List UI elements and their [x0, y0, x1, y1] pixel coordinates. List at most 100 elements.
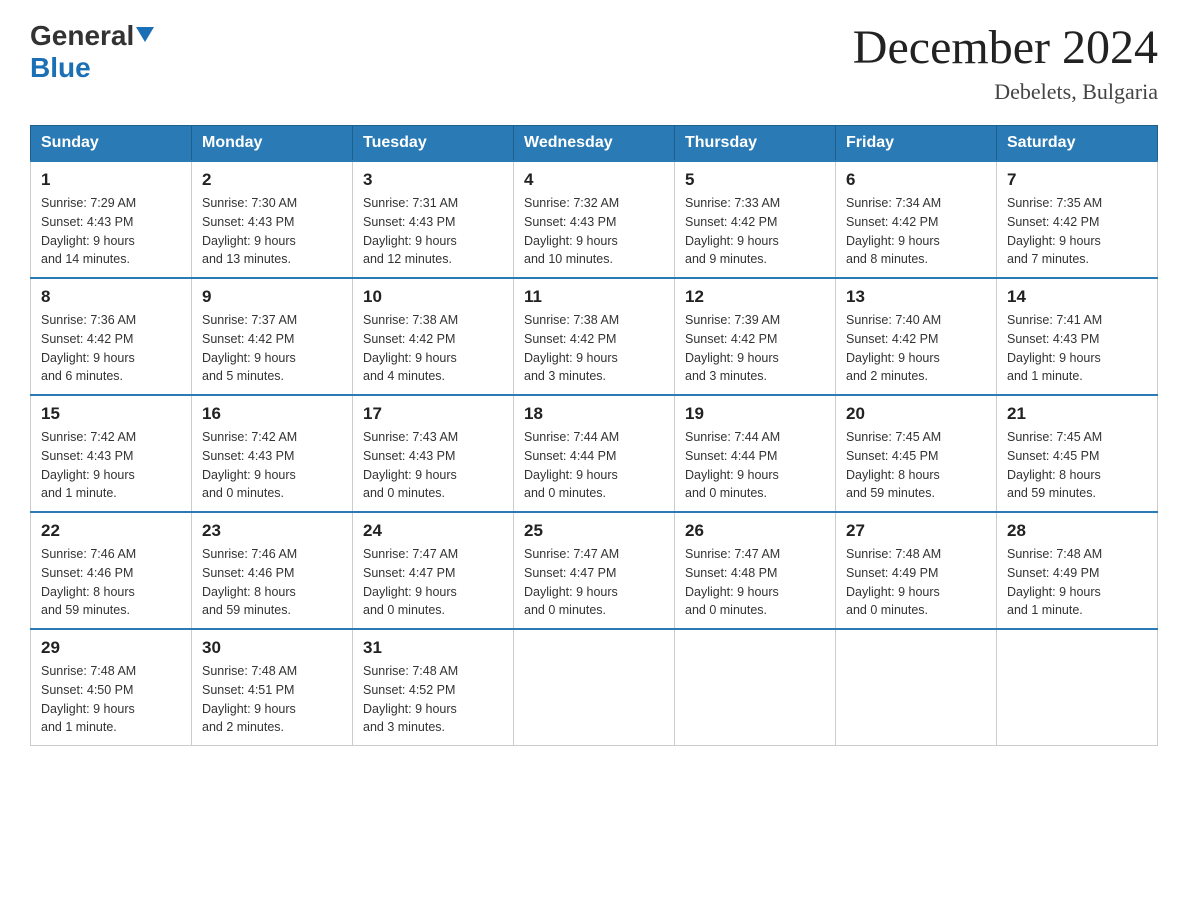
- calendar-title: December 2024: [853, 20, 1158, 75]
- day-number: 13: [846, 287, 986, 307]
- day-number: 27: [846, 521, 986, 541]
- day-number: 8: [41, 287, 181, 307]
- day-info: Sunrise: 7:44 AMSunset: 4:44 PMDaylight:…: [685, 428, 825, 503]
- calendar-cell: 15Sunrise: 7:42 AMSunset: 4:43 PMDayligh…: [31, 395, 192, 512]
- day-number: 6: [846, 170, 986, 190]
- day-info: Sunrise: 7:48 AMSunset: 4:49 PMDaylight:…: [1007, 545, 1147, 620]
- day-info: Sunrise: 7:39 AMSunset: 4:42 PMDaylight:…: [685, 311, 825, 386]
- header-sunday: Sunday: [31, 126, 192, 162]
- calendar-cell: 24 Sunrise: 7:47 AMSunset: 4:47 PMDayligh…: [353, 512, 514, 629]
- day-number: 20: [846, 404, 986, 424]
- day-number: 21: [1007, 404, 1147, 424]
- calendar-cell: [675, 629, 836, 746]
- calendar-cell: 21 Sunrise: 7:45 AMSunset: 4:45 PMDayligh…: [997, 395, 1158, 512]
- calendar-cell: 17Sunrise: 7:43 AMSunset: 4:43 PMDayligh…: [353, 395, 514, 512]
- calendar-cell: 20 Sunrise: 7:45 AMSunset: 4:45 PMDayligh…: [836, 395, 997, 512]
- calendar-cell: 11 Sunrise: 7:38 AMSunset: 4:42 PMDayligh…: [514, 278, 675, 395]
- calendar-cell: 18Sunrise: 7:44 AMSunset: 4:44 PMDayligh…: [514, 395, 675, 512]
- day-info: Sunrise: 7:33 AMSunset: 4:42 PMDaylight:…: [685, 194, 825, 269]
- calendar-cell: 10 Sunrise: 7:38 AMSunset: 4:42 PMDayligh…: [353, 278, 514, 395]
- calendar-cell: [514, 629, 675, 746]
- logo-triangle-icon: [136, 27, 154, 42]
- day-info: Sunrise: 7:32 AMSunset: 4:43 PMDaylight:…: [524, 194, 664, 269]
- week-row-1: 1 Sunrise: 7:29 AMSunset: 4:43 PMDaylight…: [31, 161, 1158, 278]
- day-info: Sunrise: 7:36 AMSunset: 4:42 PMDaylight:…: [41, 311, 181, 386]
- calendar-cell: 4 Sunrise: 7:32 AMSunset: 4:43 PMDaylight…: [514, 161, 675, 278]
- calendar-cell: 8 Sunrise: 7:36 AMSunset: 4:42 PMDaylight…: [31, 278, 192, 395]
- calendar-subtitle: Debelets, Bulgaria: [853, 79, 1158, 105]
- day-number: 22: [41, 521, 181, 541]
- calendar-cell: 22 Sunrise: 7:46 AMSunset: 4:46 PMDayligh…: [31, 512, 192, 629]
- logo: General Blue: [30, 20, 154, 84]
- calendar-cell: 5Sunrise: 7:33 AMSunset: 4:42 PMDaylight…: [675, 161, 836, 278]
- calendar-cell: 27 Sunrise: 7:48 AMSunset: 4:49 PMDayligh…: [836, 512, 997, 629]
- day-info: Sunrise: 7:37 AMSunset: 4:42 PMDaylight:…: [202, 311, 342, 386]
- day-number: 14: [1007, 287, 1147, 307]
- day-number: 19: [685, 404, 825, 424]
- day-info: Sunrise: 7:47 AMSunset: 4:48 PMDaylight:…: [685, 545, 825, 620]
- day-info: Sunrise: 7:35 AMSunset: 4:42 PMDaylight:…: [1007, 194, 1147, 269]
- day-number: 7: [1007, 170, 1147, 190]
- day-number: 11: [524, 287, 664, 307]
- day-number: 9: [202, 287, 342, 307]
- day-info: Sunrise: 7:38 AMSunset: 4:42 PMDaylight:…: [363, 311, 503, 386]
- header-thursday: Thursday: [675, 126, 836, 162]
- day-info: Sunrise: 7:48 AMSunset: 4:51 PMDaylight:…: [202, 662, 342, 737]
- calendar-cell: 3 Sunrise: 7:31 AMSunset: 4:43 PMDaylight…: [353, 161, 514, 278]
- day-info: Sunrise: 7:34 AMSunset: 4:42 PMDaylight:…: [846, 194, 986, 269]
- day-number: 28: [1007, 521, 1147, 541]
- day-number: 31: [363, 638, 503, 658]
- day-info: Sunrise: 7:41 AMSunset: 4:43 PMDaylight:…: [1007, 311, 1147, 386]
- day-info: Sunrise: 7:31 AMSunset: 4:43 PMDaylight:…: [363, 194, 503, 269]
- calendar-cell: 14 Sunrise: 7:41 AMSunset: 4:43 PMDayligh…: [997, 278, 1158, 395]
- day-number: 1: [41, 170, 181, 190]
- week-row-4: 22 Sunrise: 7:46 AMSunset: 4:46 PMDayligh…: [31, 512, 1158, 629]
- page-header: General Blue December 2024 Debelets, Bul…: [30, 20, 1158, 105]
- calendar-cell: 12Sunrise: 7:39 AMSunset: 4:42 PMDayligh…: [675, 278, 836, 395]
- day-number: 4: [524, 170, 664, 190]
- day-info: Sunrise: 7:45 AMSunset: 4:45 PMDaylight:…: [1007, 428, 1147, 503]
- calendar-cell: 9 Sunrise: 7:37 AMSunset: 4:42 PMDaylight…: [192, 278, 353, 395]
- day-info: Sunrise: 7:30 AMSunset: 4:43 PMDaylight:…: [202, 194, 342, 269]
- day-number: 10: [363, 287, 503, 307]
- day-number: 24: [363, 521, 503, 541]
- calendar-cell: 25Sunrise: 7:47 AMSunset: 4:47 PMDayligh…: [514, 512, 675, 629]
- day-info: Sunrise: 7:40 AMSunset: 4:42 PMDaylight:…: [846, 311, 986, 386]
- day-number: 2: [202, 170, 342, 190]
- calendar-cell: 28 Sunrise: 7:48 AMSunset: 4:49 PMDayligh…: [997, 512, 1158, 629]
- day-info: Sunrise: 7:42 AMSunset: 4:43 PMDaylight:…: [41, 428, 181, 503]
- calendar-cell: 13 Sunrise: 7:40 AMSunset: 4:42 PMDayligh…: [836, 278, 997, 395]
- calendar-table: SundayMondayTuesdayWednesdayThursdayFrid…: [30, 125, 1158, 746]
- day-info: Sunrise: 7:43 AMSunset: 4:43 PMDaylight:…: [363, 428, 503, 503]
- calendar-cell: 30 Sunrise: 7:48 AMSunset: 4:51 PMDayligh…: [192, 629, 353, 746]
- day-info: Sunrise: 7:38 AMSunset: 4:42 PMDaylight:…: [524, 311, 664, 386]
- calendar-cell: [997, 629, 1158, 746]
- day-number: 30: [202, 638, 342, 658]
- calendar-cell: [836, 629, 997, 746]
- day-info: Sunrise: 7:47 AMSunset: 4:47 PMDaylight:…: [524, 545, 664, 620]
- calendar-cell: 26 Sunrise: 7:47 AMSunset: 4:48 PMDayligh…: [675, 512, 836, 629]
- calendar-header-row: SundayMondayTuesdayWednesdayThursdayFrid…: [31, 126, 1158, 162]
- week-row-5: 29 Sunrise: 7:48 AMSunset: 4:50 PMDayligh…: [31, 629, 1158, 746]
- day-info: Sunrise: 7:45 AMSunset: 4:45 PMDaylight:…: [846, 428, 986, 503]
- day-info: Sunrise: 7:48 AMSunset: 4:50 PMDaylight:…: [41, 662, 181, 737]
- day-info: Sunrise: 7:48 AMSunset: 4:52 PMDaylight:…: [363, 662, 503, 737]
- header-wednesday: Wednesday: [514, 126, 675, 162]
- day-number: 29: [41, 638, 181, 658]
- calendar-cell: 29 Sunrise: 7:48 AMSunset: 4:50 PMDayligh…: [31, 629, 192, 746]
- day-info: Sunrise: 7:46 AMSunset: 4:46 PMDaylight:…: [202, 545, 342, 620]
- calendar-cell: 19 Sunrise: 7:44 AMSunset: 4:44 PMDayligh…: [675, 395, 836, 512]
- calendar-cell: 6 Sunrise: 7:34 AMSunset: 4:42 PMDaylight…: [836, 161, 997, 278]
- day-info: Sunrise: 7:46 AMSunset: 4:46 PMDaylight:…: [41, 545, 181, 620]
- day-info: Sunrise: 7:48 AMSunset: 4:49 PMDaylight:…: [846, 545, 986, 620]
- day-info: Sunrise: 7:44 AMSunset: 4:44 PMDaylight:…: [524, 428, 664, 503]
- calendar-cell: 31 Sunrise: 7:48 AMSunset: 4:52 PMDayligh…: [353, 629, 514, 746]
- day-number: 26: [685, 521, 825, 541]
- day-number: 23: [202, 521, 342, 541]
- calendar-cell: 1 Sunrise: 7:29 AMSunset: 4:43 PMDaylight…: [31, 161, 192, 278]
- day-info: Sunrise: 7:29 AMSunset: 4:43 PMDaylight:…: [41, 194, 181, 269]
- day-info: Sunrise: 7:47 AMSunset: 4:47 PMDaylight:…: [363, 545, 503, 620]
- day-number: 3: [363, 170, 503, 190]
- header-friday: Friday: [836, 126, 997, 162]
- day-number: 16: [202, 404, 342, 424]
